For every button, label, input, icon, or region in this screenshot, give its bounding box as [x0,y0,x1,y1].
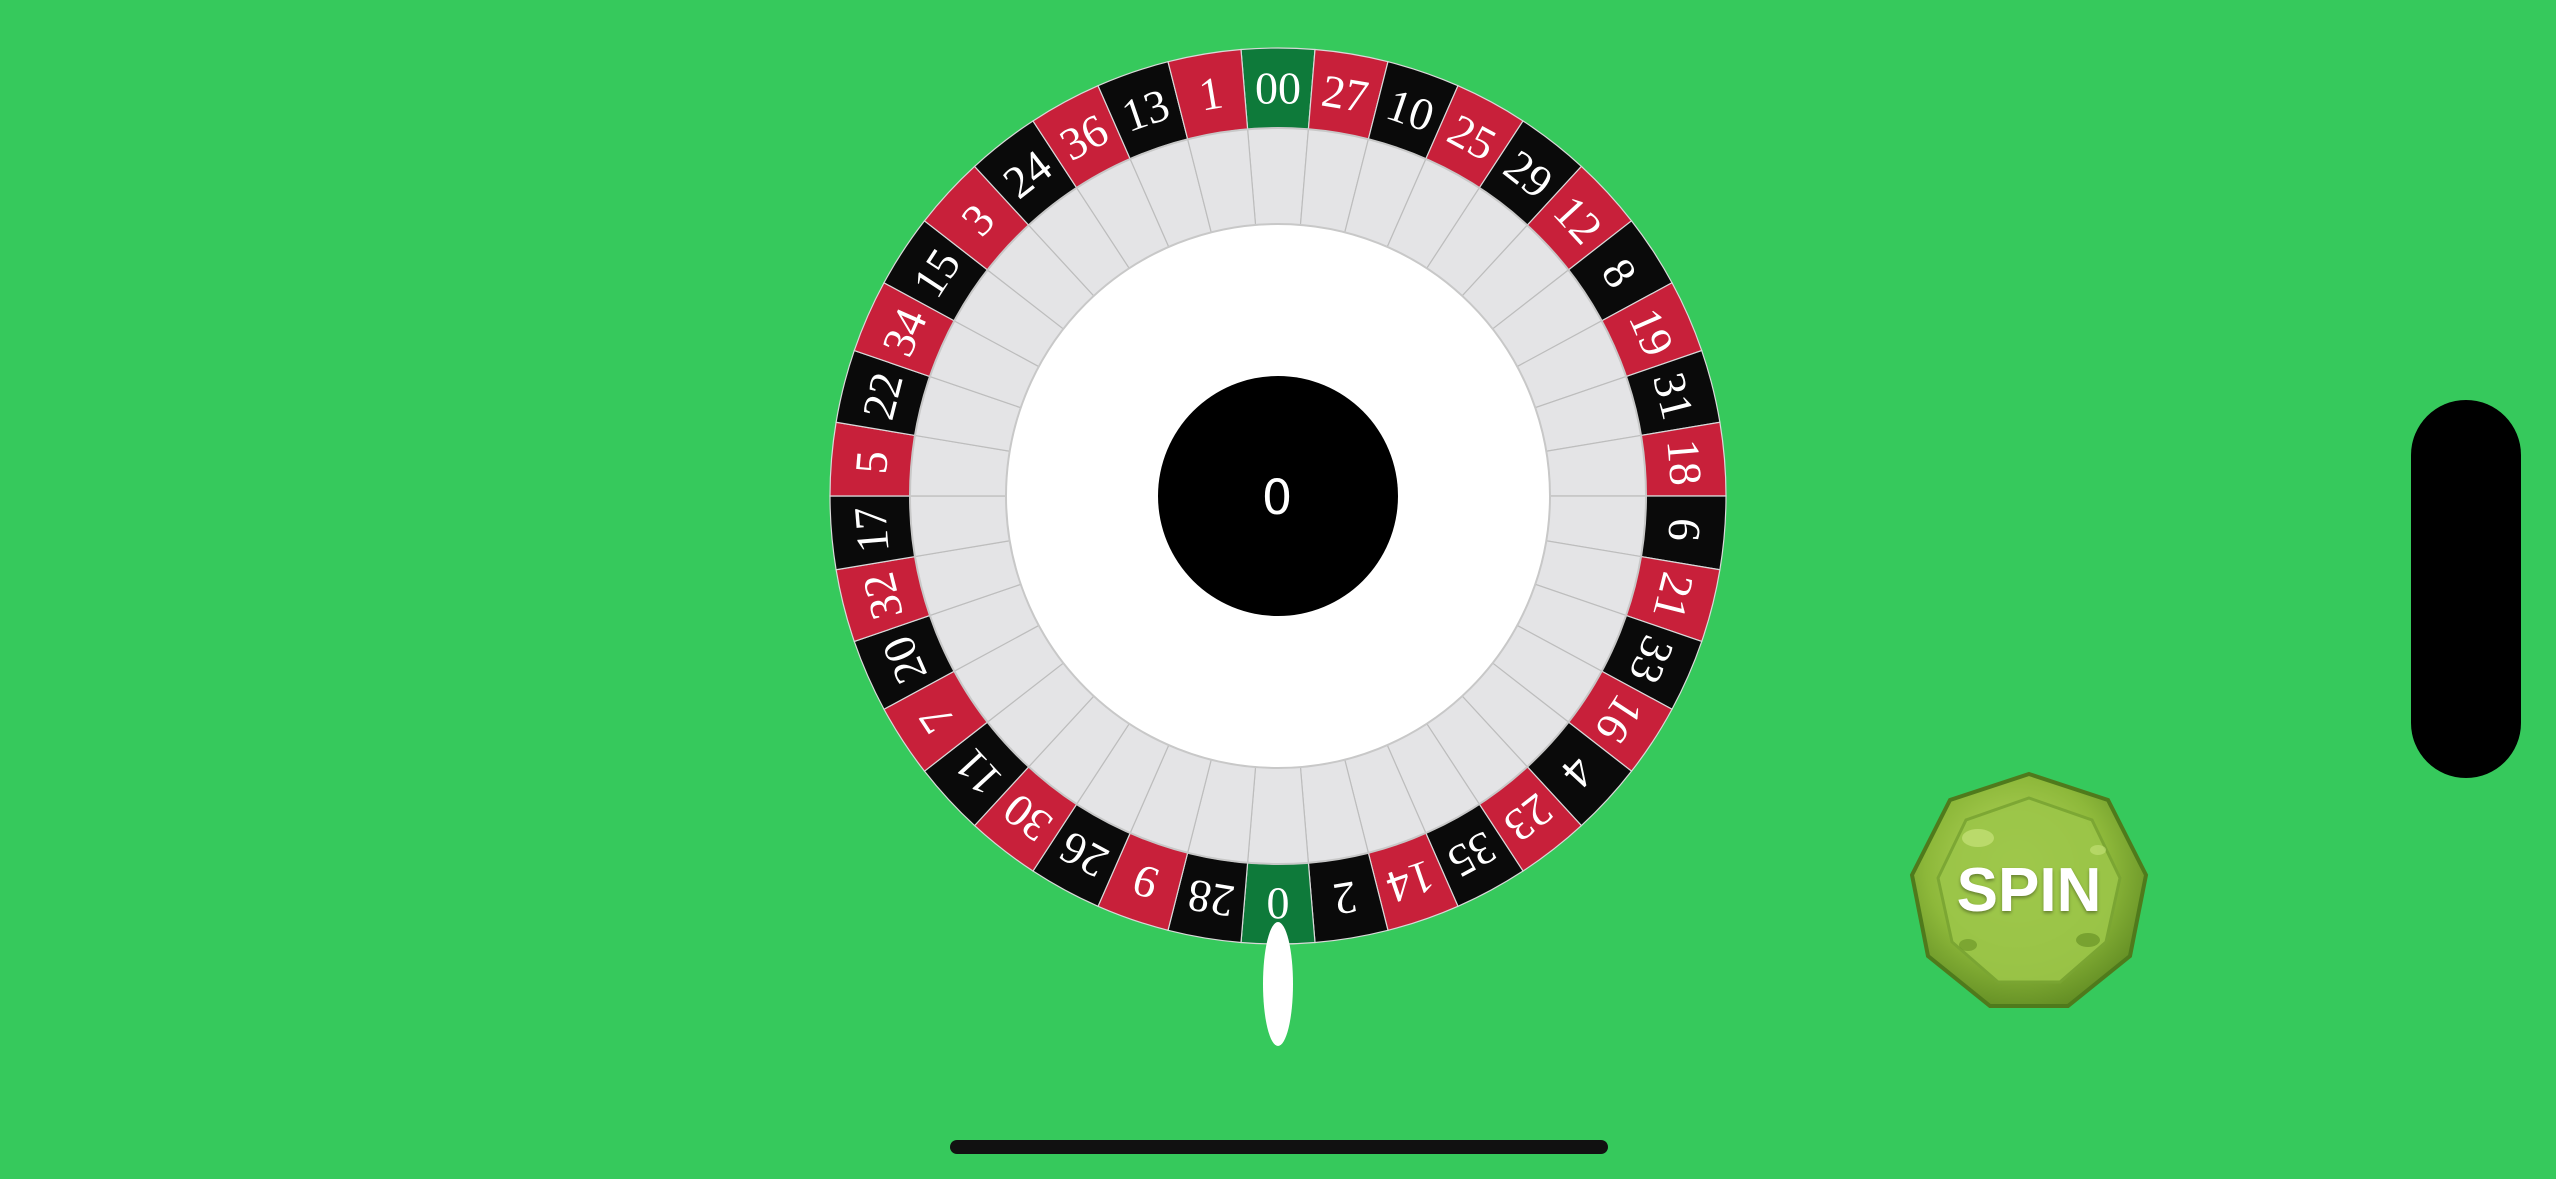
spin-button-label: SPIN [1956,856,2102,925]
center-result-value: 0 [1261,470,1293,526]
ball-pointer [1263,922,1293,1046]
home-indicator[interactable] [950,1140,1608,1154]
spin-button[interactable]: SPIN [1908,770,2150,1012]
pocket-number-5: 5 [845,449,898,476]
pocket-number-27: 27 [1318,65,1372,123]
side-handle[interactable] [2411,400,2521,778]
inner-slot [1246,127,1310,226]
inner-slot [1246,766,1310,865]
pocket-number-00: 00 [1255,63,1301,114]
pocket-number-28: 28 [1184,869,1238,927]
pocket-number-17: 17 [844,505,899,555]
pocket-number-18: 18 [1657,437,1712,487]
pocket-number-6: 6 [1658,516,1711,543]
